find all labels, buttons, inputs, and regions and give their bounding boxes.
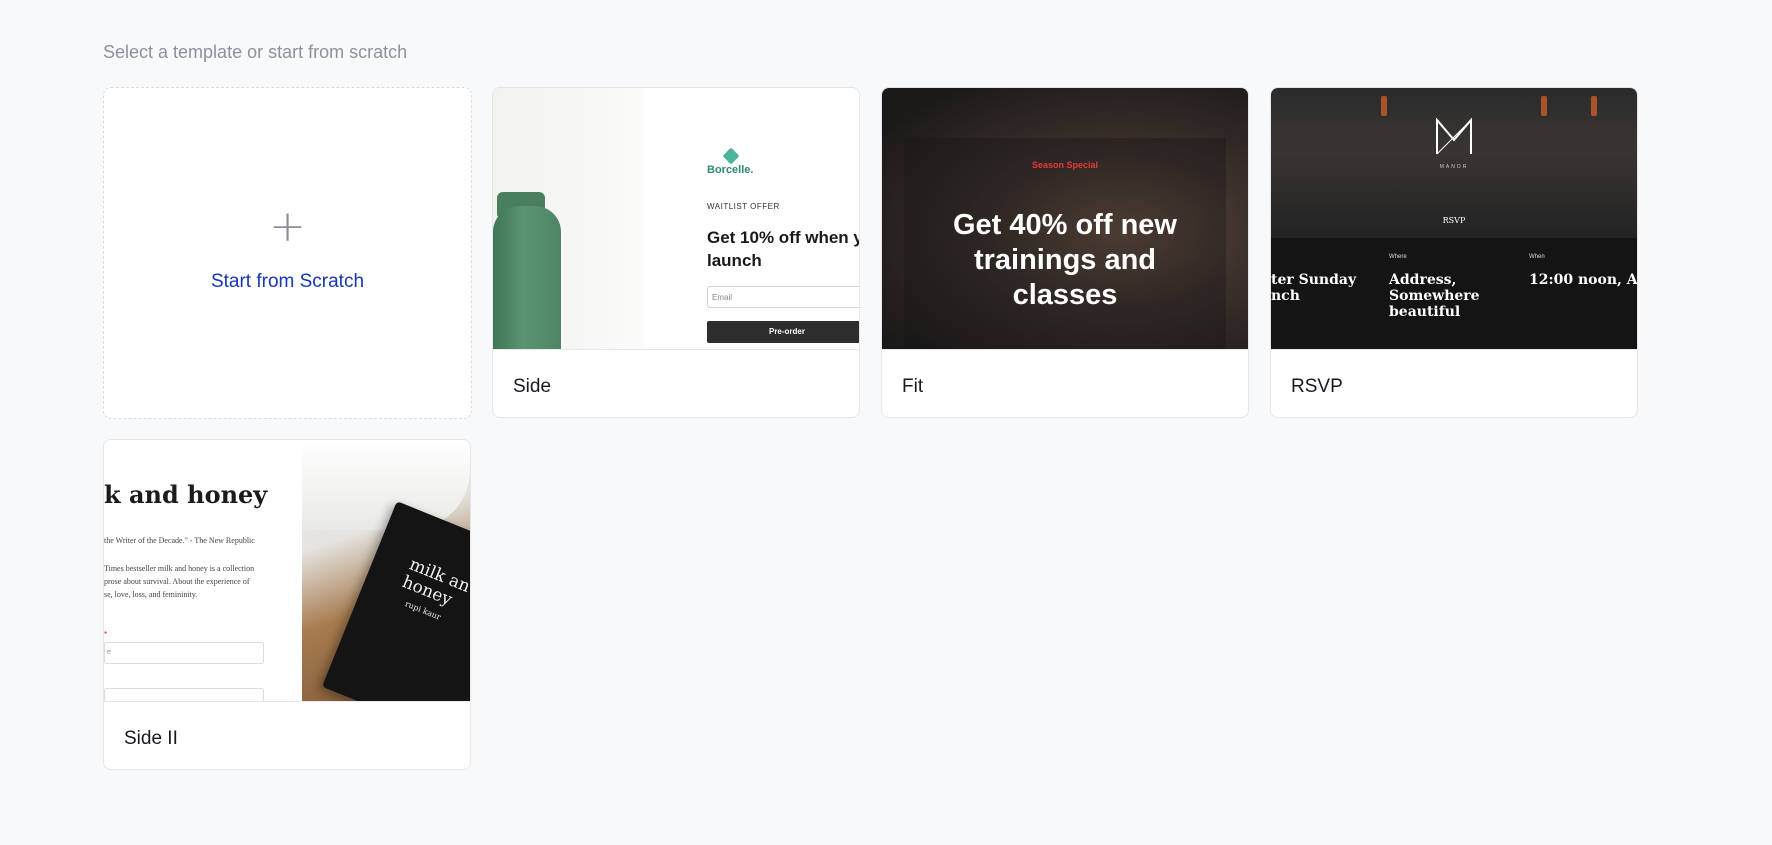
- preview-where-line: Address,: [1389, 272, 1457, 288]
- preview-headline: Get 10% off when y launch: [707, 226, 859, 272]
- lamp-decoration: [1541, 96, 1547, 116]
- page-subtitle: Select a template or start from scratch: [103, 42, 408, 62]
- template-preview-side: Borcelle. WAITLIST OFFER Get 10% off whe…: [493, 88, 859, 350]
- preview-headline-line: launch: [707, 251, 762, 270]
- preview-where-line: Somewhere: [1389, 288, 1480, 304]
- template-preview-side-ii: k and honey the Writer of the Decade." -…: [104, 440, 470, 702]
- template-card-side-ii[interactable]: k and honey the Writer of the Decade." -…: [103, 439, 471, 770]
- template-preview-fit: Season Special Get 40% off new trainings…: [882, 88, 1248, 350]
- preview-headline-line: Get 40% off new: [953, 209, 1177, 241]
- start-from-scratch-card[interactable]: + Start from Scratch: [103, 87, 472, 419]
- template-label: RSVP: [1291, 376, 1343, 397]
- start-from-scratch-label: Start from Scratch: [210, 271, 365, 292]
- preview-event-name: ter Sunday nch: [1271, 272, 1356, 304]
- template-card-side[interactable]: Borcelle. WAITLIST OFFER Get 10% off whe…: [492, 87, 860, 418]
- preview-where-value: Address, Somewhere beautiful: [1389, 272, 1480, 320]
- book-info-panel: k and honey the Writer of the Decade." -…: [104, 440, 302, 701]
- template-preview-rsvp: MANOR RSVP ter Sunday nch Where Address,…: [1271, 88, 1637, 350]
- preview-brand: Borcelle.: [707, 164, 754, 176]
- preview-where-caption: Where: [1389, 254, 1407, 260]
- preview-event-line: nch: [1271, 288, 1300, 304]
- manor-logo-icon: [1436, 118, 1472, 155]
- preview-eyebrow: WAITLIST OFFER: [707, 202, 780, 211]
- preview-eyebrow: Season Special: [1031, 160, 1099, 170]
- template-label: Side II: [124, 728, 178, 749]
- preview-description-line: se, love, loss, and femininity.: [104, 590, 198, 599]
- preview-title: k and honey: [104, 480, 268, 509]
- preview-description: Times bestseller milk and honey is a col…: [104, 562, 254, 601]
- required-mark: *: [104, 630, 108, 639]
- preview-brand: MANOR: [1439, 164, 1469, 170]
- bottle-image: [493, 206, 561, 349]
- preview-input: [104, 688, 264, 701]
- preview-when-caption: When: [1529, 254, 1545, 260]
- template-card-fit[interactable]: Season Special Get 40% off new trainings…: [881, 87, 1249, 418]
- lamp-decoration: [1381, 96, 1387, 116]
- preview-headline-line: Get 10% off when y: [707, 228, 859, 247]
- preview-when-value: 12:00 noon, April: [1529, 272, 1637, 288]
- preview-quote: the Writer of the Decade." - The New Rep…: [104, 536, 255, 545]
- plus-icon: +: [269, 201, 306, 252]
- template-card-rsvp[interactable]: MANOR RSVP ter Sunday nch Where Address,…: [1270, 87, 1638, 418]
- preview-input: e: [104, 642, 264, 664]
- form-panel: [645, 88, 859, 349]
- cloth-decoration: [302, 440, 470, 530]
- template-label: Side: [513, 376, 552, 397]
- preview-headline-line: classes: [1012, 279, 1118, 311]
- preview-email-field: Email: [707, 286, 859, 308]
- lamp-decoration: [1591, 96, 1597, 116]
- preview-event-line: ter Sunday: [1271, 272, 1357, 288]
- template-label: Fit: [902, 376, 924, 397]
- preview-preorder-button: Pre-order: [707, 321, 859, 343]
- preview-section-label: RSVP: [1442, 216, 1466, 225]
- preview-description-line: prose about survival. About the experien…: [104, 577, 250, 586]
- preview-headline-line: trainings and: [973, 244, 1157, 276]
- preview-description-line: Times bestseller milk and honey is a col…: [104, 564, 255, 573]
- preview-headline: Get 40% off new trainings and classes: [882, 208, 1248, 313]
- preview-where-line: beautiful: [1389, 304, 1461, 320]
